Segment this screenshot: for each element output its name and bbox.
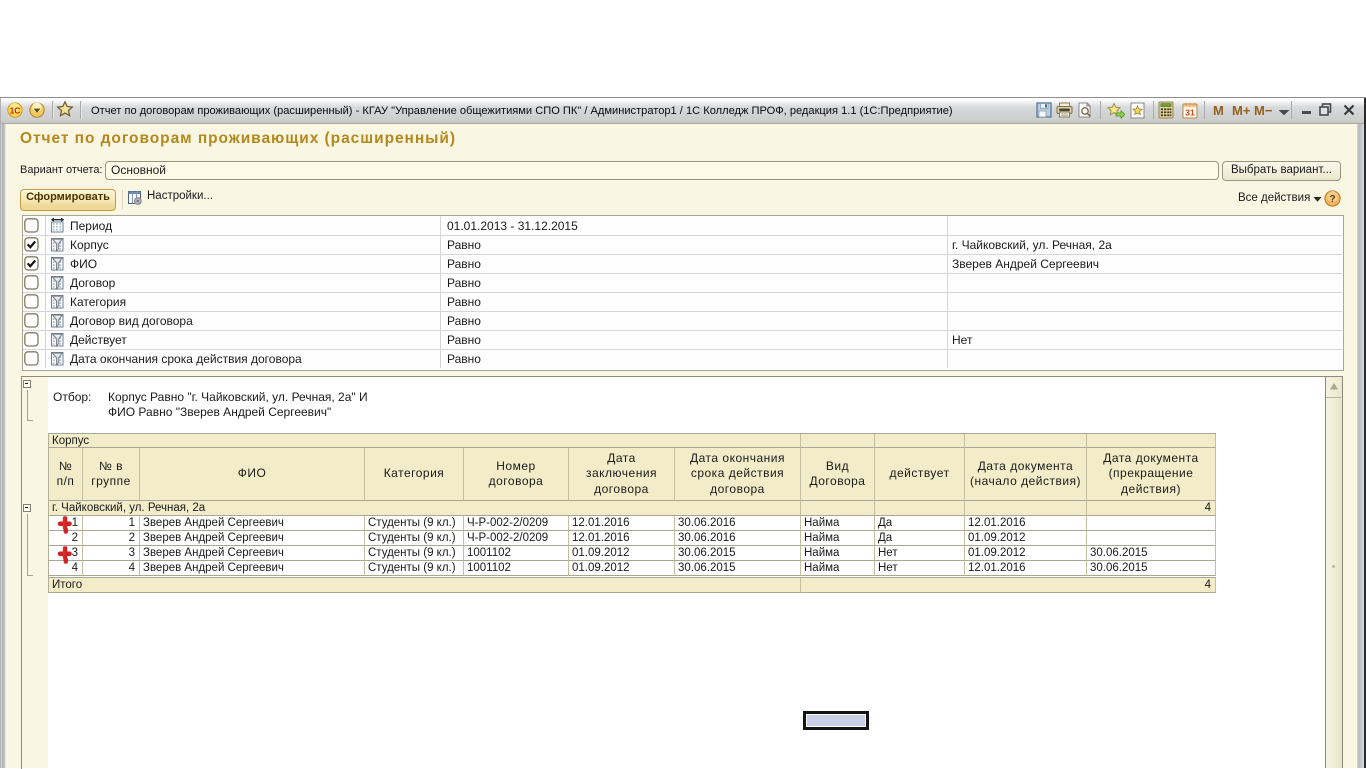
svg-text:?: ? [1329, 194, 1335, 205]
svg-text:1С: 1С [10, 105, 21, 115]
svg-text:31: 31 [1185, 108, 1195, 118]
